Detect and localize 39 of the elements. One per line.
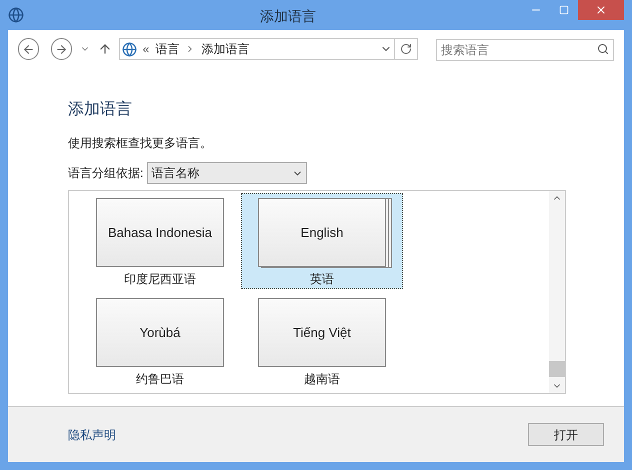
hint-text: 使用搜索框查找更多语言。 [68, 135, 213, 152]
language-name: 印度尼西亚语 [124, 271, 196, 288]
page-heading: 添加语言 [68, 100, 133, 120]
language-tile[interactable]: Tiếng Việt 越南语 [241, 293, 403, 389]
language-name: 英语 [310, 271, 334, 288]
privacy-link[interactable]: 隐私声明 [68, 426, 116, 444]
forward-button[interactable] [51, 38, 72, 60]
overflow-chevron[interactable]: « [142, 40, 150, 58]
close-icon [595, 4, 607, 16]
location-icon [122, 42, 137, 56]
scrollbar[interactable] [549, 191, 565, 393]
language-tile[interactable]: Bahasa Indonesia 印度尼西亚语 [79, 193, 241, 289]
language-name: 越南语 [304, 371, 340, 388]
search-field[interactable]: 搜索语言 [436, 39, 614, 61]
language-card: Bahasa Indonesia [96, 198, 224, 267]
up-icon [98, 42, 112, 56]
language-name: 约鲁巴语 [136, 371, 184, 388]
dialog-button[interactable]: 打开 [528, 423, 604, 446]
group-by-dropdown[interactable]: 语言名称 [147, 162, 308, 184]
language-tile[interactable]: English 英语 [241, 193, 403, 289]
refresh-button[interactable] [395, 38, 418, 60]
address-bar[interactable]: « 语言 添加语言 [118, 38, 396, 60]
language-card: Tiếng Việt [258, 298, 386, 367]
maximize-icon [559, 5, 569, 15]
language-card: Yorùbá [96, 298, 224, 367]
back-button[interactable] [18, 38, 40, 60]
back-icon [22, 42, 36, 56]
language-tile[interactable]: Yorùbá 约鲁巴语 [79, 293, 241, 389]
search-icon [597, 43, 609, 55]
language-card: English [258, 198, 386, 267]
window-title: 添加语言 [260, 7, 316, 26]
app-icon [8, 7, 24, 23]
close-button[interactable] [578, 0, 624, 20]
scrollbar-thumb[interactable] [549, 361, 565, 377]
breadcrumb[interactable]: 语言 [155, 40, 180, 58]
breadcrumb[interactable]: 添加语言 [201, 40, 250, 58]
group-by-label: 语言分组依据: [68, 165, 144, 182]
refresh-icon [400, 43, 412, 55]
forward-icon [55, 42, 68, 56]
